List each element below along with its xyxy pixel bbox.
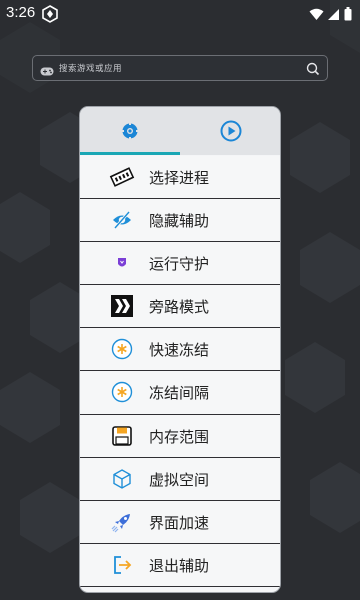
menu-item-label: 选择进程 bbox=[149, 169, 210, 187]
chevrons-right-icon bbox=[111, 295, 133, 318]
menu-item-select-process[interactable]: 选择进程 bbox=[80, 156, 280, 200]
tab-settings[interactable] bbox=[80, 107, 180, 155]
main-panel: 选择进程 隐藏辅助 运行守护 旁路模式 快速冻结 冻结间隔 内存范围 虚拟空间 … bbox=[80, 107, 280, 592]
menu-item-quick-freeze[interactable]: 快速冻结 bbox=[80, 328, 280, 372]
gamepad-icon bbox=[40, 62, 54, 81]
menu-item-bypass-mode[interactable]: 旁路模式 bbox=[80, 285, 280, 329]
status-bar: 3:26 bbox=[0, 0, 360, 28]
menu-item-label: 旁路模式 bbox=[149, 298, 210, 317]
menu-item-label: 快速冻结 bbox=[149, 341, 210, 360]
menu-item-label: 界面加速 bbox=[149, 513, 210, 532]
gear-icon bbox=[121, 122, 139, 140]
tab-play[interactable] bbox=[180, 107, 280, 155]
snowflake-icon bbox=[111, 338, 133, 360]
menu-item-memory-range[interactable]: 内存范围 bbox=[80, 414, 280, 458]
active-tab-indicator bbox=[80, 152, 180, 155]
exit-icon bbox=[111, 554, 133, 576]
menu-item-ui-accelerate[interactable]: 界面加速 bbox=[80, 500, 280, 544]
menu-item-label: 虚拟空间 bbox=[149, 470, 210, 489]
memory-chip-icon bbox=[109, 166, 135, 188]
status-time: 3:26 bbox=[6, 4, 36, 21]
menu-item-virtual-space[interactable]: 虚拟空间 bbox=[80, 457, 280, 501]
app-notification-icon bbox=[42, 5, 58, 27]
eye-off-icon bbox=[111, 209, 133, 231]
shield-icon bbox=[111, 252, 133, 274]
menu-item-label: 运行守护 bbox=[149, 255, 210, 274]
menu-item-label: 隐藏辅助 bbox=[149, 212, 210, 231]
menu-item-exit-assist[interactable]: 退出辅助 bbox=[80, 543, 280, 587]
menu-item-label: 退出辅助 bbox=[149, 556, 210, 575]
battery-icon bbox=[344, 6, 352, 25]
wifi-icon bbox=[309, 6, 324, 25]
menu-item-hide-assist[interactable]: 隐藏辅助 bbox=[80, 199, 280, 243]
rocket-icon bbox=[111, 511, 133, 533]
menu-item-freeze-interval[interactable]: 冻结间隔 bbox=[80, 371, 280, 415]
search-icon[interactable] bbox=[306, 61, 320, 80]
search-input[interactable]: 搜索游戏或应用 bbox=[32, 55, 328, 81]
menu-list: 选择进程 隐藏辅助 运行守护 旁路模式 快速冻结 冻结间隔 内存范围 虚拟空间 … bbox=[80, 156, 280, 587]
signal-icon bbox=[328, 6, 340, 25]
search-placeholder: 搜索游戏或应用 bbox=[59, 64, 123, 74]
tab-bar bbox=[80, 107, 280, 155]
snowflake-icon bbox=[111, 381, 133, 403]
floppy-disk-icon bbox=[111, 425, 133, 447]
cube-icon bbox=[111, 468, 133, 490]
menu-item-label: 内存范围 bbox=[149, 427, 210, 446]
menu-item-run-guard[interactable]: 运行守护 bbox=[80, 242, 280, 286]
menu-item-label: 冻结间隔 bbox=[149, 384, 210, 403]
play-icon bbox=[220, 120, 242, 142]
